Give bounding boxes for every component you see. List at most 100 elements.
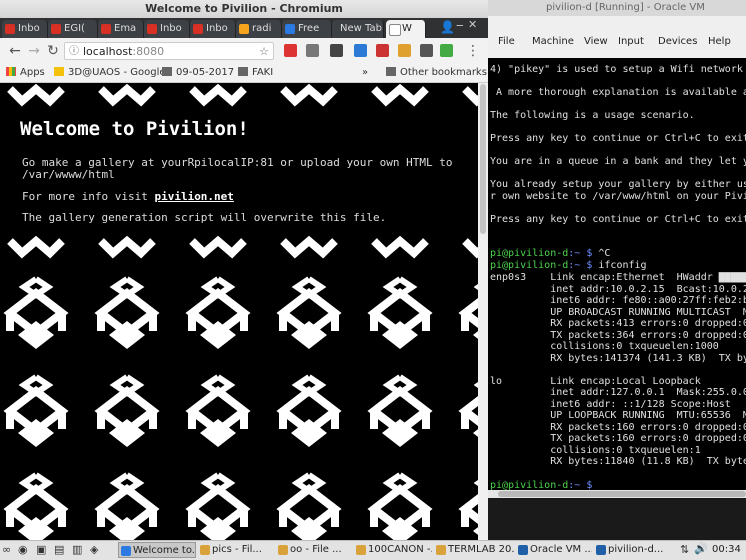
task-virtualbox[interactable]: Oracle VM ... — [516, 542, 592, 558]
gmail-icon — [51, 24, 61, 34]
pattern-motif — [101, 279, 153, 349]
bookmark-apps[interactable]: Apps — [6, 66, 45, 80]
mail-icon — [101, 24, 111, 34]
pattern-motif — [101, 377, 153, 447]
site-icon — [285, 24, 295, 34]
bookmark-item[interactable]: 3D@UAOS - Google — [54, 66, 166, 80]
pattern-motif — [192, 377, 244, 447]
ifconfig-line: UP LOOPBACK RUNNING MTU:65536 Met — [490, 410, 746, 421]
ifconfig-line: RX bytes:11840 (11.8 KB) TX bytes — [490, 456, 746, 467]
info-icon[interactable]: ⓘ — [69, 43, 79, 61]
browser-tab[interactable]: EGI( — [48, 20, 98, 38]
ifconfig-line: TX packets:160 errors:0 dropped:0 o — [490, 433, 746, 444]
task-vm[interactable]: pivilion-d... — [594, 542, 674, 558]
bookmark-folder[interactable]: FAKI — [238, 66, 273, 80]
gmail-icon — [193, 24, 203, 34]
page-text-line: The gallery generation script will overw… — [22, 211, 387, 224]
launcher-icon[interactable]: ∞ — [2, 543, 11, 556]
task-chromium[interactable]: Welcome to... — [118, 542, 196, 558]
bookmark-folder[interactable]: 09-05-2017 — [162, 66, 234, 80]
ifconfig-line: lo Link encap:Local Loopback — [490, 375, 701, 387]
minimize-icon[interactable]: ‒ — [456, 18, 464, 32]
pattern-chevron — [192, 89, 244, 101]
terminal-prompt: pi@pivilion-d:~ $ — [490, 480, 593, 490]
chromium-launcher-icon[interactable]: ◉ — [18, 543, 28, 556]
extension-icon[interactable] — [440, 44, 453, 57]
menu-view[interactable]: View — [584, 36, 608, 47]
terminal-line: Press any key to continue or Ctrl+C to e… — [490, 213, 746, 225]
page-icon — [389, 24, 401, 36]
folder-icon — [386, 67, 396, 76]
pattern-motif — [465, 377, 478, 447]
bookmarks-bar: Apps 3D@UAOS - Google 09-05-2017 FAKI » … — [0, 64, 488, 83]
task-files[interactable]: 100CANON -... — [354, 542, 432, 558]
browser-tab-active[interactable]: W — [386, 20, 426, 38]
extension-icon[interactable] — [420, 44, 433, 57]
terminal-launcher-icon[interactable]: ▤ — [54, 543, 64, 556]
browser-tab[interactable]: Inbo — [2, 20, 48, 38]
task-files[interactable]: TERMLAB 20... — [434, 542, 514, 558]
browser-tab-new[interactable]: New Tab — [332, 20, 384, 38]
task-files[interactable]: oo - File ... — [276, 542, 352, 558]
pattern-motif — [374, 475, 426, 540]
menu-input[interactable]: Input — [618, 36, 644, 47]
browser-tab[interactable]: Inbo — [190, 20, 236, 38]
pattern-motif — [465, 279, 478, 349]
volume-icon[interactable]: 🔊 — [694, 542, 708, 555]
browser-tab[interactable]: radi — [236, 20, 282, 38]
pattern-motif — [465, 475, 478, 540]
extension-icon[interactable] — [306, 44, 319, 57]
folder-icon — [238, 67, 248, 76]
page-scroll-thumb[interactable] — [480, 84, 486, 234]
virtualbox-icon — [518, 545, 528, 555]
vbox-scroll-thumb[interactable] — [498, 491, 746, 497]
radio-icon — [239, 24, 249, 34]
profile-icon[interactable]: 👤 — [440, 20, 455, 34]
adblock-icon[interactable] — [376, 44, 389, 57]
bookmark-star-icon[interactable]: ☆ — [259, 43, 269, 61]
task-files[interactable]: pics - Fil... — [198, 542, 274, 558]
extension-icon[interactable] — [398, 44, 411, 57]
terminal-line: The following is a usage scenario. — [490, 110, 695, 121]
menu-machine[interactable]: Machine — [532, 36, 574, 47]
browser-tab[interactable]: Ema — [98, 20, 144, 38]
network-icon[interactable]: ⇅ — [680, 543, 689, 556]
menu-icon[interactable]: ⋮ — [464, 42, 482, 60]
vm-terminal[interactable]: 4) "pikey" is used to setup a Wifi netwo… — [488, 58, 746, 490]
pattern-motif — [10, 279, 62, 349]
back-icon[interactable]: ← — [6, 42, 24, 60]
browser-tab[interactable]: Inbo — [144, 20, 190, 38]
extension-icon[interactable] — [284, 44, 297, 57]
image-launcher-icon[interactable]: ▥ — [72, 543, 82, 556]
clock[interactable]: 00:34 — [712, 544, 741, 555]
address-bar[interactable]: ⓘ localhost:8080 ☆ — [64, 42, 274, 60]
folder-icon — [54, 67, 64, 76]
pattern-motif — [283, 279, 335, 349]
gmail-icon — [147, 24, 157, 34]
menu-file[interactable]: File — [498, 36, 515, 47]
menu-help[interactable]: Help — [708, 36, 731, 47]
menu-devices[interactable]: Devices — [658, 36, 697, 47]
pattern-motif — [374, 377, 426, 447]
close-icon[interactable]: ✕ — [468, 18, 477, 31]
pattern-motif — [10, 377, 62, 447]
page-title: Welcome to Pivilion! — [20, 118, 249, 140]
bookmark-other[interactable]: Other bookmarks — [386, 66, 487, 80]
terminal-line: You already setup your gallery by either… — [490, 179, 746, 190]
pattern-motif — [192, 279, 244, 349]
browser-tab[interactable]: Free — [282, 20, 332, 38]
forward-icon[interactable]: → — [25, 42, 43, 60]
reload-icon[interactable]: ↻ — [44, 42, 62, 60]
page-info-line: For more info visit pivilion.net — [22, 190, 234, 203]
pattern-chevron — [10, 241, 62, 253]
more-bookmarks-icon[interactable]: » — [362, 66, 368, 80]
apps-icon — [6, 67, 16, 76]
folder-icon — [162, 67, 172, 76]
app-launcher-icon[interactable]: ◈ — [90, 543, 98, 556]
extension-icon[interactable] — [354, 44, 367, 57]
pattern-chevron — [283, 241, 335, 253]
folder-launcher-icon[interactable]: ▣ — [36, 543, 46, 556]
pattern-chevron — [192, 241, 244, 253]
extension-icon[interactable] — [330, 44, 343, 57]
pivilion-link[interactable]: pivilion.net — [154, 190, 233, 203]
